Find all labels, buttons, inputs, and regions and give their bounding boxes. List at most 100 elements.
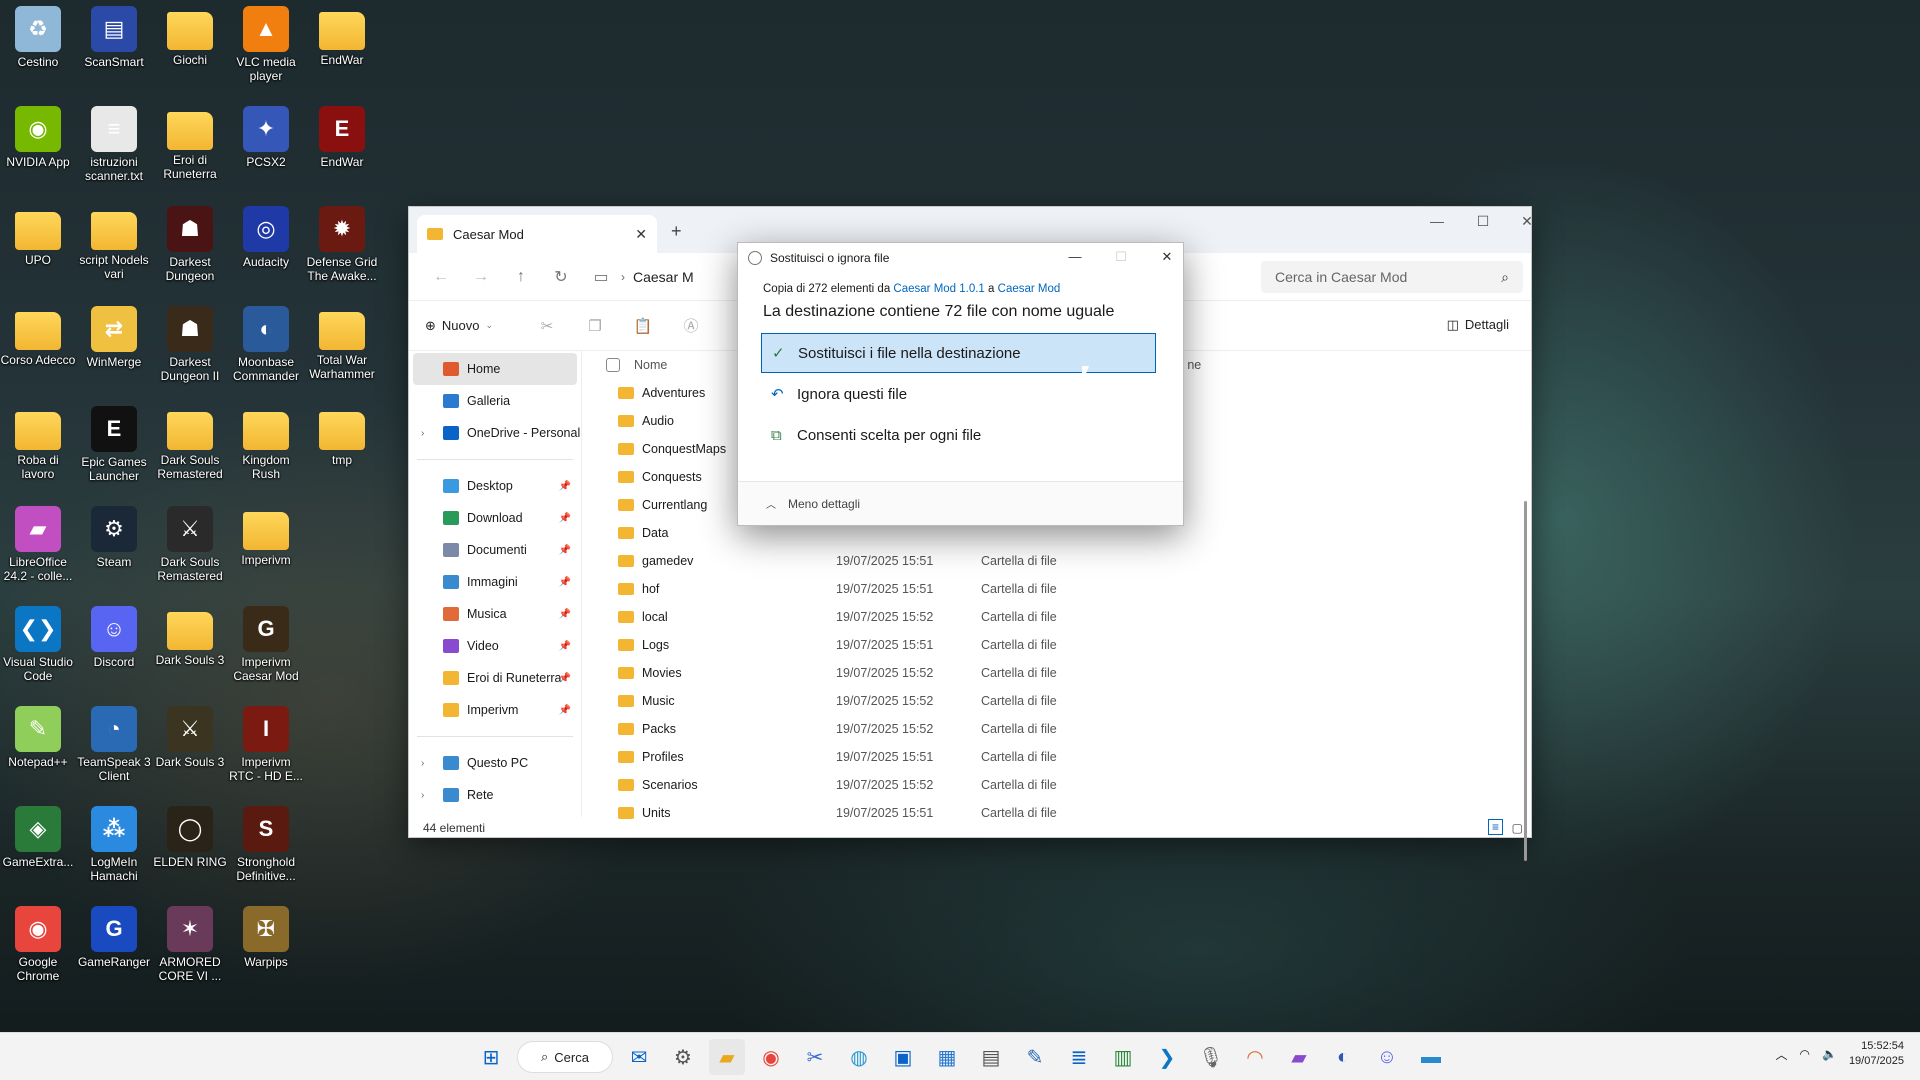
chevron-right-icon[interactable]: ›: [421, 758, 424, 769]
discord-icon[interactable]: ☺: [1369, 1039, 1405, 1075]
file-row[interactable]: Scenarios 19/07/2025 15:52 Cartella di fil…: [582, 771, 1531, 799]
settings-icon[interactable]: ⚙: [665, 1039, 701, 1075]
cut-icon[interactable]: ✂: [523, 317, 571, 335]
nav-item[interactable]: Musica 📌: [409, 598, 581, 630]
monitor-icon[interactable]: ▭: [581, 267, 621, 287]
desktop-icon[interactable]: Roba di lavoro: [0, 406, 76, 481]
desktop-icon[interactable]: ⁂ LogMeIn Hamachi: [76, 806, 152, 883]
mail-icon[interactable]: ▣: [885, 1039, 921, 1075]
nav-item[interactable]: Galleria: [409, 385, 581, 417]
desktop-icon[interactable]: ✶ ARMORED CORE VI ...: [152, 906, 228, 983]
replace-files-option[interactable]: ✓ Sostituisci i file nella destinazione: [761, 333, 1156, 373]
outlook-icon[interactable]: ✉: [621, 1039, 657, 1075]
desktop-icon[interactable]: EndWar: [304, 6, 380, 67]
tiles-view-icon[interactable]: ▢: [1512, 821, 1523, 835]
desktop-icon[interactable]: Eroi di Runeterra: [152, 106, 228, 181]
desktop-icon[interactable]: ▲ VLC media player: [228, 6, 304, 83]
breadcrumb[interactable]: Caesar M: [633, 269, 694, 285]
file-row[interactable]: Music 19/07/2025 15:52 Cartella di file: [582, 687, 1531, 715]
file-row[interactable]: Movies 19/07/2025 15:52 Cartella di file: [582, 659, 1531, 687]
desktop-icon[interactable]: ✎ Notepad++: [0, 706, 76, 769]
desktop-icon[interactable]: ❮❯ Visual Studio Code: [0, 606, 76, 683]
dialog-close-button[interactable]: ✕: [1152, 249, 1182, 265]
refresh-button[interactable]: ↻: [541, 267, 581, 287]
chevron-right-icon[interactable]: ›: [421, 428, 424, 439]
desktop-icon[interactable]: G Imperivm Caesar Mod: [228, 606, 304, 683]
app-icon[interactable]: ◐: [1325, 1039, 1361, 1075]
document-icon[interactable]: ≣: [1061, 1039, 1097, 1075]
calculator-icon[interactable]: ▤: [973, 1039, 1009, 1075]
nav-item[interactable]: Immagini 📌: [409, 566, 581, 598]
skip-files-option[interactable]: ↶ Ignora questi file: [761, 374, 1156, 414]
paste-icon[interactable]: 📋: [619, 317, 667, 335]
desktop-icon[interactable]: ◉ NVIDIA App: [0, 106, 76, 169]
desktop-icon[interactable]: ♻ Cestino: [0, 6, 76, 69]
clock[interactable]: 15:52:54 19/07/2025: [1849, 1039, 1904, 1069]
nav-item[interactable]: Eroi di Runeterra 📌: [409, 662, 581, 694]
desktop-icon[interactable]: ⚔ Dark Souls 3: [152, 706, 228, 769]
chrome-icon[interactable]: ◉: [753, 1039, 789, 1075]
desktop-icon[interactable]: ◯ ELDEN RING: [152, 806, 228, 869]
desktop-icon[interactable]: ◈ GameExtra...: [0, 806, 76, 869]
desktop-icon[interactable]: Kingdom Rush: [228, 406, 304, 481]
snipping-tool-icon[interactable]: ✂: [797, 1039, 833, 1075]
column-name-header[interactable]: Nome: [634, 358, 667, 372]
headset-icon[interactable]: ◠: [1237, 1039, 1273, 1075]
close-tab-icon[interactable]: ✕: [635, 226, 647, 243]
select-all-checkbox[interactable]: [606, 358, 620, 372]
file-row[interactable]: Profiles 19/07/2025 15:51 Cartella di file: [582, 743, 1531, 771]
desktop-icon[interactable]: ◔ TeamSpeak 3 Client: [76, 706, 152, 783]
globe-icon[interactable]: ◍: [841, 1039, 877, 1075]
desktop-icon[interactable]: S Stronghold Definitive...: [228, 806, 304, 883]
new-button[interactable]: ⊕ Nuovo ⌄: [425, 318, 493, 334]
file-row[interactable]: Units 19/07/2025 15:51 Cartella di file: [582, 799, 1531, 827]
volume-icon[interactable]: 🔈: [1822, 1047, 1837, 1061]
desktop-icon[interactable]: tmp: [304, 406, 380, 467]
back-button[interactable]: ←: [421, 268, 461, 286]
search-input[interactable]: Cerca in Caesar Mod ⌕: [1261, 261, 1523, 293]
forward-button[interactable]: →: [461, 268, 501, 286]
desktop-icon[interactable]: Total War Warhammer: [304, 306, 380, 381]
spreadsheet-icon[interactable]: ▥: [1105, 1039, 1141, 1075]
maximize-button[interactable]: ☐: [1463, 213, 1503, 230]
desktop-icon[interactable]: ⚙ Steam: [76, 506, 152, 569]
desktop-icon[interactable]: ◐ Moonbase Commander: [228, 306, 304, 383]
file-row[interactable]: gamedev 19/07/2025 15:51 Cartella di file: [582, 547, 1531, 575]
nav-item[interactable]: › Questo PC: [409, 747, 581, 779]
source-link[interactable]: Caesar Mod 1.0.1: [893, 283, 984, 295]
less-details-button[interactable]: ︿ Meno dettagli: [738, 481, 1183, 525]
nav-item[interactable]: Home: [413, 353, 577, 385]
desktop-icon[interactable]: UPO: [0, 206, 76, 267]
nav-item[interactable]: Documenti 📌: [409, 534, 581, 566]
file-row[interactable]: Logs 19/07/2025 15:51 Cartella di file: [582, 631, 1531, 659]
vscode-icon[interactable]: ❯: [1149, 1039, 1185, 1075]
minimize-button[interactable]: —: [1417, 213, 1457, 229]
nav-item[interactable]: › Rete: [409, 779, 581, 811]
scrollbar[interactable]: [1524, 501, 1527, 861]
desktop-icon[interactable]: I Imperivm RTC - HD E...: [228, 706, 304, 783]
desktop-icon[interactable]: Imperivm: [228, 506, 304, 567]
close-window-button[interactable]: ✕: [1507, 213, 1547, 230]
desktop-icon[interactable]: Giochi: [152, 6, 228, 67]
up-button[interactable]: ↑: [501, 268, 541, 286]
desktop-icon[interactable]: ◎ Audacity: [228, 206, 304, 269]
destination-link[interactable]: Caesar Mod: [998, 283, 1061, 295]
column-tail-header[interactable]: ne: [1187, 358, 1201, 372]
desktop-icon[interactable]: E EndWar: [304, 106, 380, 169]
desktop-icon[interactable]: ◉ Google Chrome: [0, 906, 76, 983]
copy-icon[interactable]: ❐: [571, 317, 619, 335]
photos-icon[interactable]: ▦: [929, 1039, 965, 1075]
desktop-icon[interactable]: Dark Souls Remastered: [152, 406, 228, 481]
taskbar-search-button[interactable]: ⌕ Cerca: [517, 1041, 613, 1073]
desktop-icon[interactable]: ▰ LibreOffice 24.2 - colle...: [0, 506, 76, 583]
details-button[interactable]: ◫ Dettagli: [1447, 317, 1509, 333]
desktop-icon[interactable]: script Nodels vari: [76, 206, 152, 281]
nav-item[interactable]: › OneDrive - Personal: [409, 417, 581, 449]
notes-icon[interactable]: ✎: [1017, 1039, 1053, 1075]
desktop-icon[interactable]: ⚔ Dark Souls Remastered: [152, 506, 228, 583]
desktop-icon[interactable]: ⇄ WinMerge: [76, 306, 152, 369]
chevron-up-icon[interactable]: ︿: [1775, 1046, 1787, 1063]
media-icon[interactable]: ▰: [1281, 1039, 1317, 1075]
nav-item[interactable]: Desktop 📌: [409, 470, 581, 502]
desktop-icon[interactable]: Dark Souls 3: [152, 606, 228, 667]
